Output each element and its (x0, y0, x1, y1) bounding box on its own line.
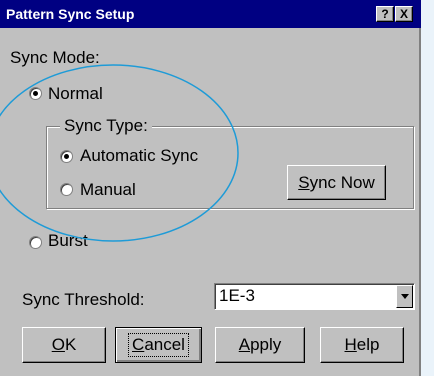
radio-manual-label[interactable]: Manual (80, 180, 136, 200)
window-title: Pattern Sync Setup (6, 6, 135, 22)
sync-threshold-value[interactable]: 1E-3 (219, 286, 255, 306)
radio-automatic-sync-icon[interactable] (60, 150, 73, 163)
apply-button[interactable]: Apply (215, 327, 305, 363)
title-bar[interactable]: Pattern Sync Setup ? X (0, 0, 421, 28)
help-icon[interactable]: ? (376, 6, 394, 22)
radio-burst-icon[interactable] (29, 236, 42, 249)
ok-button-label: OK (51, 335, 77, 354)
radio-manual-icon[interactable] (60, 183, 73, 196)
radio-burst-label[interactable]: Burst (48, 231, 88, 251)
sync-now-button[interactable]: Sync Now (287, 165, 386, 200)
radio-normal-label[interactable]: Normal (48, 84, 103, 104)
close-icon[interactable]: X (395, 6, 413, 22)
cancel-button-label: Cancel (128, 333, 189, 357)
sync-mode-label: Sync Mode: (10, 48, 100, 67)
radio-normal-icon[interactable] (29, 87, 42, 100)
sync-threshold-combo[interactable]: 1E-3 (214, 283, 415, 310)
apply-button-label: Apply (238, 335, 282, 354)
help-button-label: Help (344, 335, 380, 354)
radio-automatic-sync-label[interactable]: Automatic Sync (80, 146, 198, 166)
sync-type-label: Sync Type: (60, 116, 152, 136)
sync-threshold-label: Sync Threshold: (22, 290, 145, 309)
sync-now-button-label: Sync Now (298, 172, 375, 192)
pattern-sync-setup-dialog: Pattern Sync Setup ? X Sync Mode: Normal… (0, 0, 421, 376)
chevron-down-icon[interactable] (396, 285, 413, 308)
cancel-button[interactable]: Cancel (115, 327, 202, 363)
help-button[interactable]: Help (320, 327, 404, 363)
ok-button[interactable]: OK (22, 327, 106, 363)
